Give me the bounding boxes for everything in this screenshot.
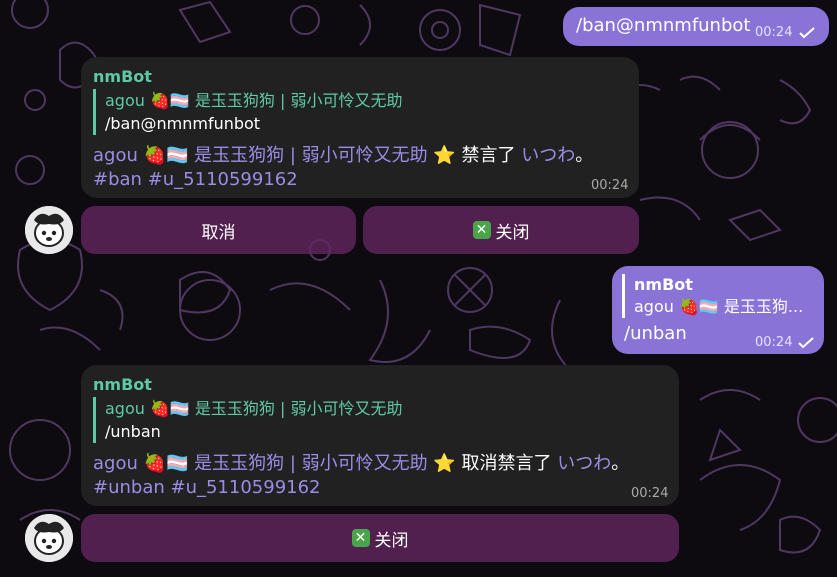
message-time: 00:24 (591, 178, 629, 193)
reply-quote[interactable]: agou 🍓🏳️‍⚧️ 是玉玉狗狗 | 弱小可怜又无助 /unban (93, 397, 402, 443)
bot-avatar[interactable] (25, 206, 73, 254)
incoming-message-bubble[interactable]: nmBot agou 🍓🏳️‍⚧️ 是玉玉狗狗 | 弱小可怜又无助 /ban@n… (81, 57, 639, 198)
sender-name: nmBot (93, 375, 152, 394)
action-text: 禁言了 (461, 145, 516, 166)
star-icon: ⭐ (433, 453, 456, 474)
user-mention[interactable]: agou 🍓🏳️‍⚧️ 是玉玉狗狗 | 弱小可怜又无助 (93, 145, 428, 166)
message-body: agou 🍓🏳️‍⚧️ 是玉玉狗狗 | 弱小可怜又无助 ⭐ 禁言了 いつわ。 (93, 141, 593, 167)
end-punct: 。 (575, 145, 594, 166)
close-button[interactable]: ✕ 关闭 (81, 514, 679, 562)
end-punct: 。 (611, 453, 630, 474)
hashtags[interactable]: #unban #u_5110599162 (93, 477, 321, 498)
message-text: /unban (624, 323, 687, 344)
quote-text: /unban (105, 422, 161, 441)
message-time: 00:24 (755, 335, 793, 350)
cancel-button-label: 取消 (201, 222, 236, 243)
close-button-label: 关闭 (495, 222, 530, 243)
message-time: 00:24 (631, 486, 669, 501)
target-mention[interactable]: いつわ (557, 453, 611, 474)
sender-name: nmBot (93, 67, 152, 86)
action-text: 取消禁言了 (461, 453, 552, 474)
reply-quote[interactable]: agou 🍓🏳️‍⚧️ 是玉玉狗狗 | 弱小可怜又无助 /ban@nmnmfun… (93, 89, 402, 135)
cancel-button[interactable]: 取消 (81, 206, 356, 254)
quote-text: agou 🍓🏳️‍⚧️ 是玉玉狗... (634, 297, 804, 316)
bot-avatar[interactable] (25, 514, 73, 562)
quote-author: nmBot (634, 275, 693, 294)
message-body: agou 🍓🏳️‍⚧️ 是玉玉狗狗 | 弱小可怜又无助 ⭐ 取消禁言了 いつわ。 (93, 449, 629, 475)
sent-check-icon (798, 337, 814, 349)
target-mention[interactable]: いつわ (521, 145, 575, 166)
avatar-image (25, 206, 73, 254)
quote-author: agou 🍓🏳️‍⚧️ 是玉玉狗狗 | 弱小可怜又无助 (105, 91, 403, 110)
outgoing-message-bubble[interactable]: nmBot agou 🍓🏳️‍⚧️ 是玉玉狗... /unban 00:24 (612, 266, 824, 354)
message-text: /ban@nmnmfunbot (576, 15, 751, 36)
outgoing-message-bubble[interactable]: /ban@nmnmfunbot 00:24 (563, 7, 829, 46)
avatar-image (25, 514, 73, 562)
close-button-label: 关闭 (374, 530, 409, 551)
hashtags[interactable]: #ban #u_5110599162 (93, 169, 298, 190)
user-mention[interactable]: agou 🍓🏳️‍⚧️ 是玉玉狗狗 | 弱小可怜又无助 (93, 453, 428, 474)
quote-author: agou 🍓🏳️‍⚧️ 是玉玉狗狗 | 弱小可怜又无助 (105, 399, 403, 418)
cross-mark-icon: ✕ (472, 221, 491, 239)
reply-quote[interactable]: nmBot agou 🍓🏳️‍⚧️ 是玉玉狗... (622, 274, 803, 318)
sent-check-icon (799, 27, 815, 39)
close-button[interactable]: ✕ 关闭 (363, 206, 639, 254)
quote-text: /ban@nmnmfunbot (105, 114, 261, 133)
message-time: 00:24 (755, 25, 793, 40)
incoming-message-bubble[interactable]: nmBot agou 🍓🏳️‍⚧️ 是玉玉狗狗 | 弱小可怜又无助 /unban… (81, 365, 679, 506)
star-icon: ⭐ (433, 145, 456, 166)
cross-mark-icon: ✕ (351, 529, 370, 547)
